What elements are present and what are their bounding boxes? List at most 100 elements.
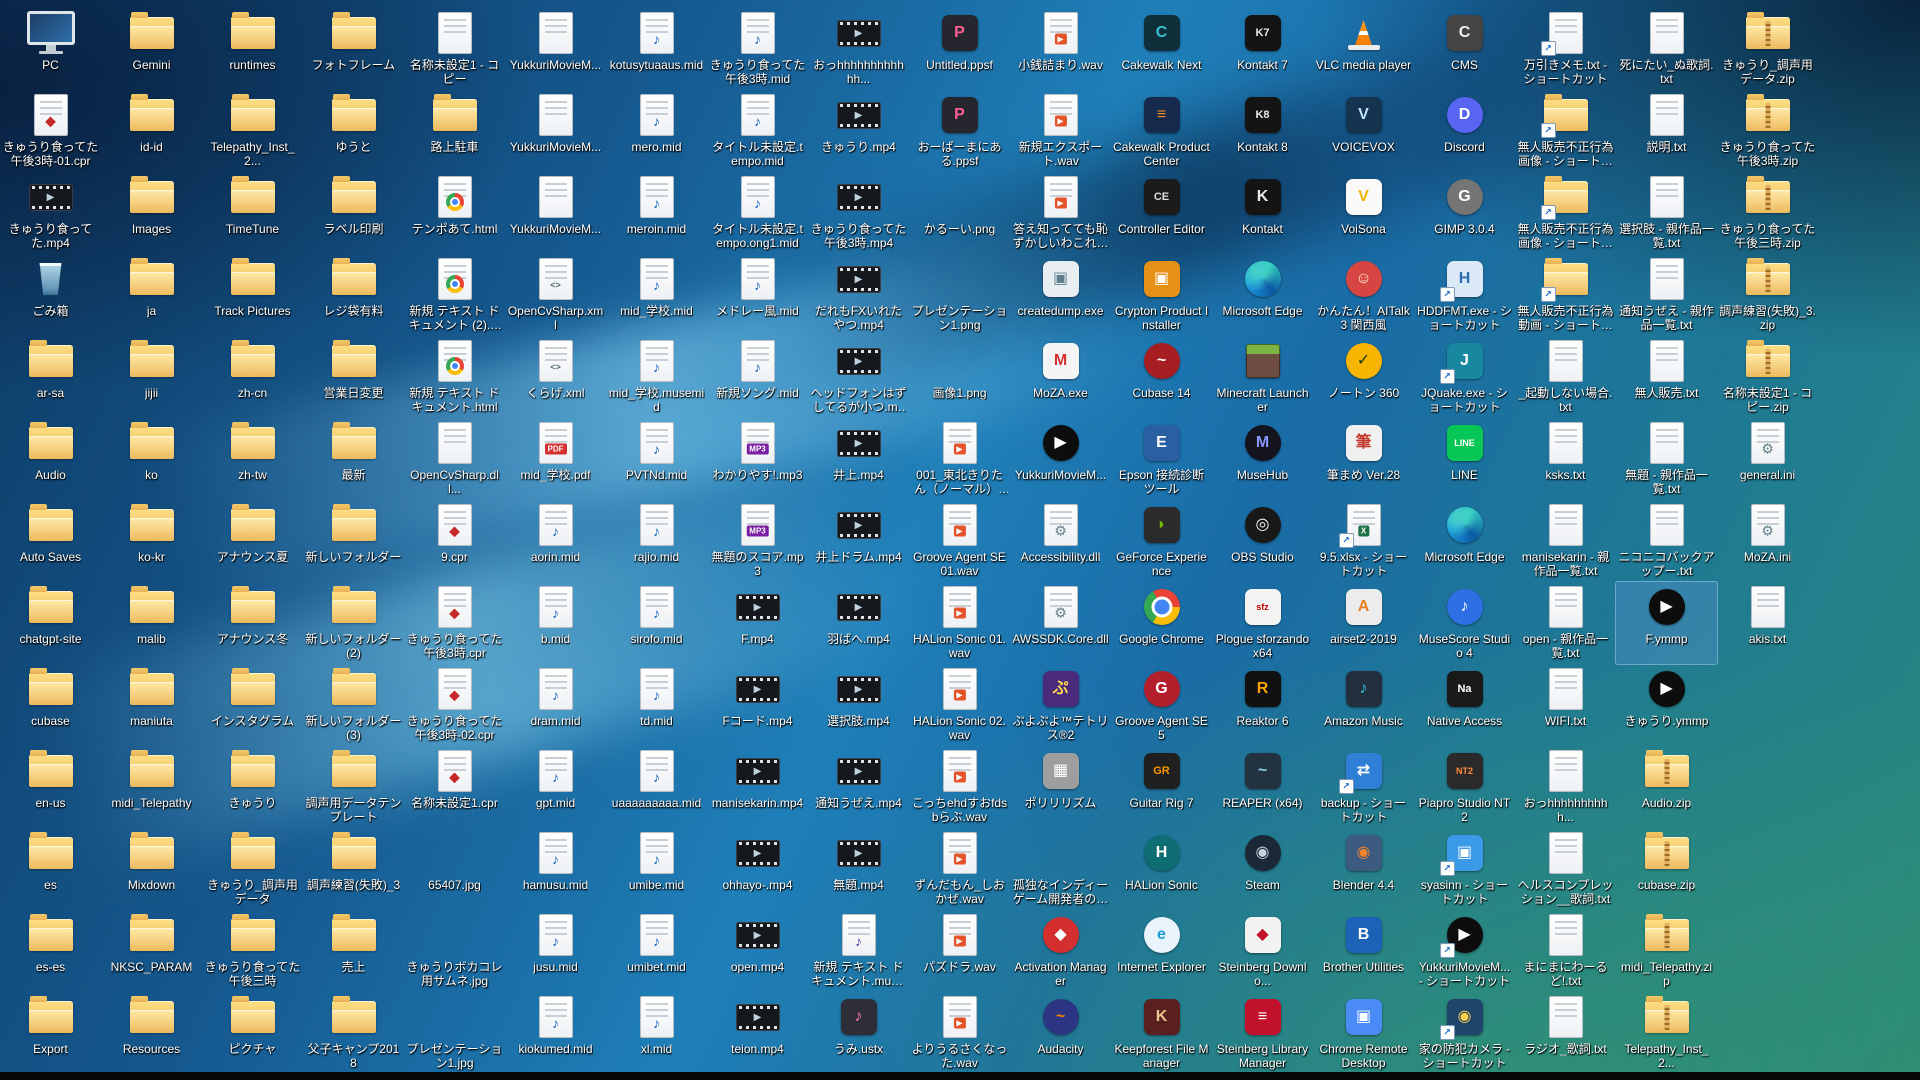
desktop-icon[interactable]: 路上駐車 bbox=[404, 90, 505, 172]
desktop-icon[interactable]: ▶通知うぜえ.mp4 bbox=[808, 746, 909, 828]
desktop-icon[interactable]: WIFI.txt bbox=[1515, 664, 1616, 746]
desktop-icon[interactable]: おっhhhhhhhhhh... bbox=[1515, 746, 1616, 828]
desktop-icon[interactable]: プレゼンテーション1.png bbox=[909, 254, 1010, 336]
desktop-icon[interactable]: ▶↗YukkuriMovieM... - ショートカット bbox=[1414, 910, 1515, 992]
desktop-icon[interactable]: ~REAPER (x64) bbox=[1212, 746, 1313, 828]
desktop-icon[interactable]: Images bbox=[101, 172, 202, 254]
desktop-icon[interactable]: まにまにわーるど!.txt bbox=[1515, 910, 1616, 992]
desktop-icon[interactable]: 65407.jpg bbox=[404, 828, 505, 910]
desktop-icon[interactable]: 調声用データテンプレート bbox=[303, 746, 404, 828]
desktop-icon[interactable]: K8Kontakt 8 bbox=[1212, 90, 1313, 172]
desktop-icon[interactable]: ▣createdump.exe bbox=[1010, 254, 1111, 336]
desktop-icon[interactable]: RReaktor 6 bbox=[1212, 664, 1313, 746]
desktop-icon[interactable]: 新規 テキスト ドキュメント (2).html bbox=[404, 254, 505, 336]
desktop-icon[interactable]: ◆きゅうり食ってた午後3時-01.cpr bbox=[0, 90, 101, 172]
desktop-icon[interactable]: ksks.txt bbox=[1515, 418, 1616, 500]
desktop-icon[interactable]: 無人販売.txt bbox=[1616, 336, 1717, 418]
desktop-icon[interactable]: きゅうり食ってた午後3時.zip bbox=[1717, 90, 1818, 172]
desktop-icon[interactable]: ⚙Accessibility.dll bbox=[1010, 500, 1111, 582]
desktop-icon[interactable]: KKeepforest File Manager bbox=[1111, 992, 1212, 1074]
desktop-icon[interactable]: アナウンス夏 bbox=[202, 500, 303, 582]
desktop-icon[interactable]: ~Cubase 14 bbox=[1111, 336, 1212, 418]
desktop-icon[interactable]: ▶こっちehdすおfdsbらぶ.wav bbox=[909, 746, 1010, 828]
desktop-icon[interactable]: PUntitled.ppsf bbox=[909, 8, 1010, 90]
desktop-icon[interactable]: 説明.txt bbox=[1616, 90, 1717, 172]
desktop-icon[interactable]: ♪jusu.mid bbox=[505, 910, 606, 992]
desktop-icon[interactable]: ♪メドレー風.mid bbox=[707, 254, 808, 336]
desktop-icon[interactable]: K7Kontakt 7 bbox=[1212, 8, 1313, 90]
desktop-icon[interactable]: es-es bbox=[0, 910, 101, 992]
desktop-icon[interactable]: ◆きゅうり食ってた午後3時-02.cpr bbox=[404, 664, 505, 746]
desktop-icon[interactable]: Resources bbox=[101, 992, 202, 1074]
desktop-icon[interactable]: ▶ずんだもん_しおかぜ.wav bbox=[909, 828, 1010, 910]
desktop-icon[interactable]: フォトフレーム bbox=[303, 8, 404, 90]
desktop-icon[interactable]: Microsoft Edge bbox=[1414, 500, 1515, 582]
desktop-icon[interactable]: 調声練習(失敗)_3 bbox=[303, 828, 404, 910]
desktop-icon[interactable]: 新規 テキスト ドキュメント.html bbox=[404, 336, 505, 418]
desktop-icon[interactable]: ⚙AWSSDK.Core.dll bbox=[1010, 582, 1111, 664]
desktop-icon[interactable]: ピクチャ bbox=[202, 992, 303, 1074]
desktop-icon[interactable]: ▶ヘッドフォンはずしてるが小つ.mp4 bbox=[808, 336, 909, 418]
desktop-icon[interactable]: ko-kr bbox=[101, 500, 202, 582]
desktop-icon[interactable]: NaNative Access bbox=[1414, 664, 1515, 746]
desktop-icon[interactable]: MMoZA.exe bbox=[1010, 336, 1111, 418]
desktop-icon[interactable]: 父子キャンプ2018 bbox=[303, 992, 404, 1074]
desktop-icon[interactable]: PDFmid_学校.pdf bbox=[505, 418, 606, 500]
desktop-icon[interactable]: ラベル印刷 bbox=[303, 172, 404, 254]
desktop-icon[interactable]: 調声練習(失敗)_3.zip bbox=[1717, 254, 1818, 336]
desktop-icon[interactable]: ◉Blender 4.4 bbox=[1313, 828, 1414, 910]
desktop-icon[interactable]: jijii bbox=[101, 336, 202, 418]
desktop-icon[interactable]: id-id bbox=[101, 90, 202, 172]
desktop-icon[interactable]: open - 親作品一覧.txt bbox=[1515, 582, 1616, 664]
desktop-icon[interactable]: ▶だれもFXいれたやつ.mp4 bbox=[808, 254, 909, 336]
desktop-icon[interactable]: malib bbox=[101, 582, 202, 664]
desktop-icon[interactable]: ↗無人販売不正行為動画 - ショートカット bbox=[1515, 254, 1616, 336]
desktop-icon[interactable]: ♪umibe.mid bbox=[606, 828, 707, 910]
desktop-icon[interactable]: ▶無題.mp4 bbox=[808, 828, 909, 910]
desktop-icon[interactable]: きゅうり_調声用データ.zip bbox=[1717, 8, 1818, 90]
desktop-icon[interactable]: ゆうと bbox=[303, 90, 404, 172]
desktop-icon[interactable]: ▶きゅうり食ってた.mp4 bbox=[0, 172, 101, 254]
desktop-icon[interactable]: X↗9.5.xlsx - ショートカット bbox=[1313, 500, 1414, 582]
desktop-icon[interactable]: akis.txt bbox=[1717, 582, 1818, 664]
desktop-icon[interactable]: ♪PVTNd.mid bbox=[606, 418, 707, 500]
desktop-icon[interactable]: HHALion Sonic bbox=[1111, 828, 1212, 910]
desktop-icon[interactable]: ◉Steam bbox=[1212, 828, 1313, 910]
desktop-icon[interactable]: ko bbox=[101, 418, 202, 500]
desktop-icon[interactable]: ↗無人販売不正行為画像 - ショートカット bbox=[1515, 172, 1616, 254]
desktop-icon[interactable]: ja bbox=[101, 254, 202, 336]
desktop-icon[interactable]: sfzPlogue sforzando x64 bbox=[1212, 582, 1313, 664]
desktop-icon[interactable]: ♪うみ.ustx bbox=[808, 992, 909, 1074]
desktop-icon[interactable]: ▶Groove Agent SE 01.wav bbox=[909, 500, 1010, 582]
desktop-icon[interactable]: _起動しない場合.txt bbox=[1515, 336, 1616, 418]
desktop-icon[interactable]: ♪b.mid bbox=[505, 582, 606, 664]
desktop-icon[interactable]: PC bbox=[0, 8, 101, 90]
desktop-icon[interactable]: ごみ箱 bbox=[0, 254, 101, 336]
desktop-icon[interactable]: 最新 bbox=[303, 418, 404, 500]
desktop-icon[interactable]: 売上 bbox=[303, 910, 404, 992]
desktop-icon[interactable]: ▶Fコード.mp4 bbox=[707, 664, 808, 746]
desktop-icon[interactable]: ◆9.cpr bbox=[404, 500, 505, 582]
desktop-icon[interactable]: 筆筆まめ Ver.28 bbox=[1313, 418, 1414, 500]
desktop-icon[interactable]: Microsoft Edge bbox=[1212, 254, 1313, 336]
desktop-icon[interactable]: ♪gpt.mid bbox=[505, 746, 606, 828]
desktop-icon[interactable]: Audio.zip bbox=[1616, 746, 1717, 828]
desktop-icon[interactable]: ヘルスコンプレッション__歌詞.txt bbox=[1515, 828, 1616, 910]
desktop-icon[interactable]: ▶YukkuriMovieM... bbox=[1010, 418, 1111, 500]
desktop-icon[interactable]: ▶新規エクスポート.wav bbox=[1010, 90, 1111, 172]
desktop-icon[interactable]: 画像1.png bbox=[909, 336, 1010, 418]
desktop-icon[interactable]: ▶HALion Sonic 02.wav bbox=[909, 664, 1010, 746]
desktop-icon[interactable]: Export bbox=[0, 992, 101, 1074]
desktop-icon[interactable]: レジ袋有料 bbox=[303, 254, 404, 336]
desktop-icon[interactable]: CEController Editor bbox=[1111, 172, 1212, 254]
desktop-icon[interactable]: MP3わかりやす!.mp3 bbox=[707, 418, 808, 500]
desktop-icon[interactable]: H↗HDDFMT.exe - ショートカット bbox=[1414, 254, 1515, 336]
desktop-icon[interactable]: ▶小銭詰まり.wav bbox=[1010, 8, 1111, 90]
desktop-icon[interactable]: ▶選択肢.mp4 bbox=[808, 664, 909, 746]
desktop-icon[interactable]: きゅうり食ってた午後三時.zip bbox=[1717, 172, 1818, 254]
desktop-icon[interactable]: ▶答え知ってても恥ずかしいわこれ.wav bbox=[1010, 172, 1111, 254]
taskbar[interactable] bbox=[0, 1072, 1920, 1080]
desktop-icon[interactable]: MP3無題のスコア.mp3 bbox=[707, 500, 808, 582]
desktop-icon[interactable]: ニコニコバックアップー.txt bbox=[1616, 500, 1717, 582]
desktop-icon[interactable]: ▣Chrome Remote Desktop bbox=[1313, 992, 1414, 1074]
